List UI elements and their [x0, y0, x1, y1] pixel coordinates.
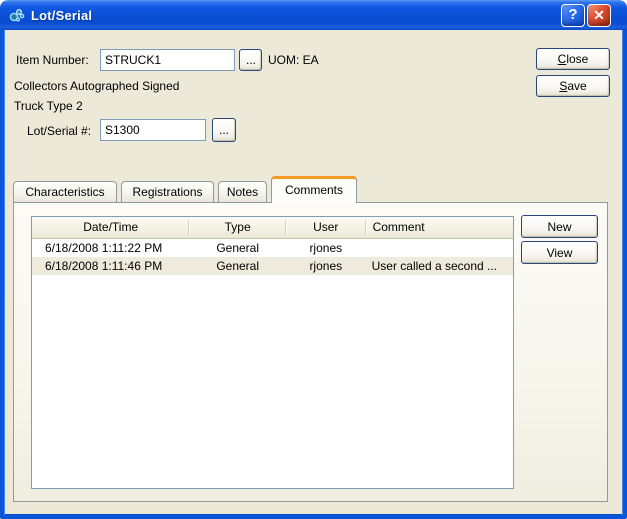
- tab-registrations[interactable]: Registrations: [121, 181, 214, 202]
- comments-table-header: Date/Time Type User Comment: [32, 217, 513, 239]
- tab-comments[interactable]: Comments: [271, 176, 357, 203]
- table-row[interactable]: 6/18/2008 1:11:22 PM General rjones: [32, 239, 513, 257]
- item-description-line1: Collectors Autographed Signed: [14, 79, 180, 93]
- tab-characteristics[interactable]: Characteristics: [13, 181, 117, 202]
- lot-serial-label: Lot/Serial #:: [27, 124, 92, 138]
- lot-serial-app-icon: [9, 8, 25, 22]
- cell-comment: [366, 239, 513, 257]
- window-title: Lot/Serial: [31, 7, 93, 23]
- close-icon[interactable]: ✕: [587, 4, 611, 27]
- cell-comment: User called a second ...: [371, 259, 498, 273]
- titlebar: Lot/Serial ? ✕: [0, 0, 627, 30]
- save-button[interactable]: Save: [536, 75, 610, 97]
- comments-tab-panel: Date/Time Type User Comment 6/18/2008 1:…: [13, 202, 608, 502]
- cell-user: rjones: [309, 241, 343, 255]
- comments-table: Date/Time Type User Comment 6/18/2008 1:…: [31, 216, 514, 489]
- tab-notes[interactable]: Notes: [218, 181, 267, 202]
- close-button[interactable]: Close: [536, 48, 610, 70]
- item-number-label: Item Number:: [16, 53, 89, 67]
- column-header-type[interactable]: Type: [189, 217, 286, 239]
- item-description-line2: Truck Type 2: [14, 99, 83, 113]
- cell-type: General: [216, 259, 260, 273]
- column-header-user[interactable]: User: [286, 217, 366, 239]
- cell-datetime: 6/18/2008 1:11:46 PM: [45, 259, 163, 273]
- cell-user: rjones: [309, 259, 343, 273]
- item-number-field[interactable]: [100, 49, 235, 71]
- lot-serial-dialog: Lot/Serial ? ✕ Item Number: ... UOM: EA …: [0, 0, 627, 519]
- table-row[interactable]: 6/18/2008 1:11:46 PM General rjones User…: [32, 257, 513, 275]
- lot-serial-browse-button[interactable]: ...: [212, 118, 236, 142]
- item-number-browse-button[interactable]: ...: [239, 49, 262, 71]
- cell-datetime: 6/18/2008 1:11:22 PM: [45, 241, 163, 255]
- lot-serial-field[interactable]: [100, 119, 206, 141]
- help-icon[interactable]: ?: [561, 4, 585, 27]
- uom-value: UOM: EA: [268, 53, 319, 67]
- column-header-comment[interactable]: Comment: [366, 217, 513, 239]
- new-button[interactable]: New: [521, 215, 598, 238]
- cell-type: General: [216, 241, 260, 255]
- column-header-datetime[interactable]: Date/Time: [32, 217, 190, 239]
- view-button[interactable]: View: [521, 241, 598, 264]
